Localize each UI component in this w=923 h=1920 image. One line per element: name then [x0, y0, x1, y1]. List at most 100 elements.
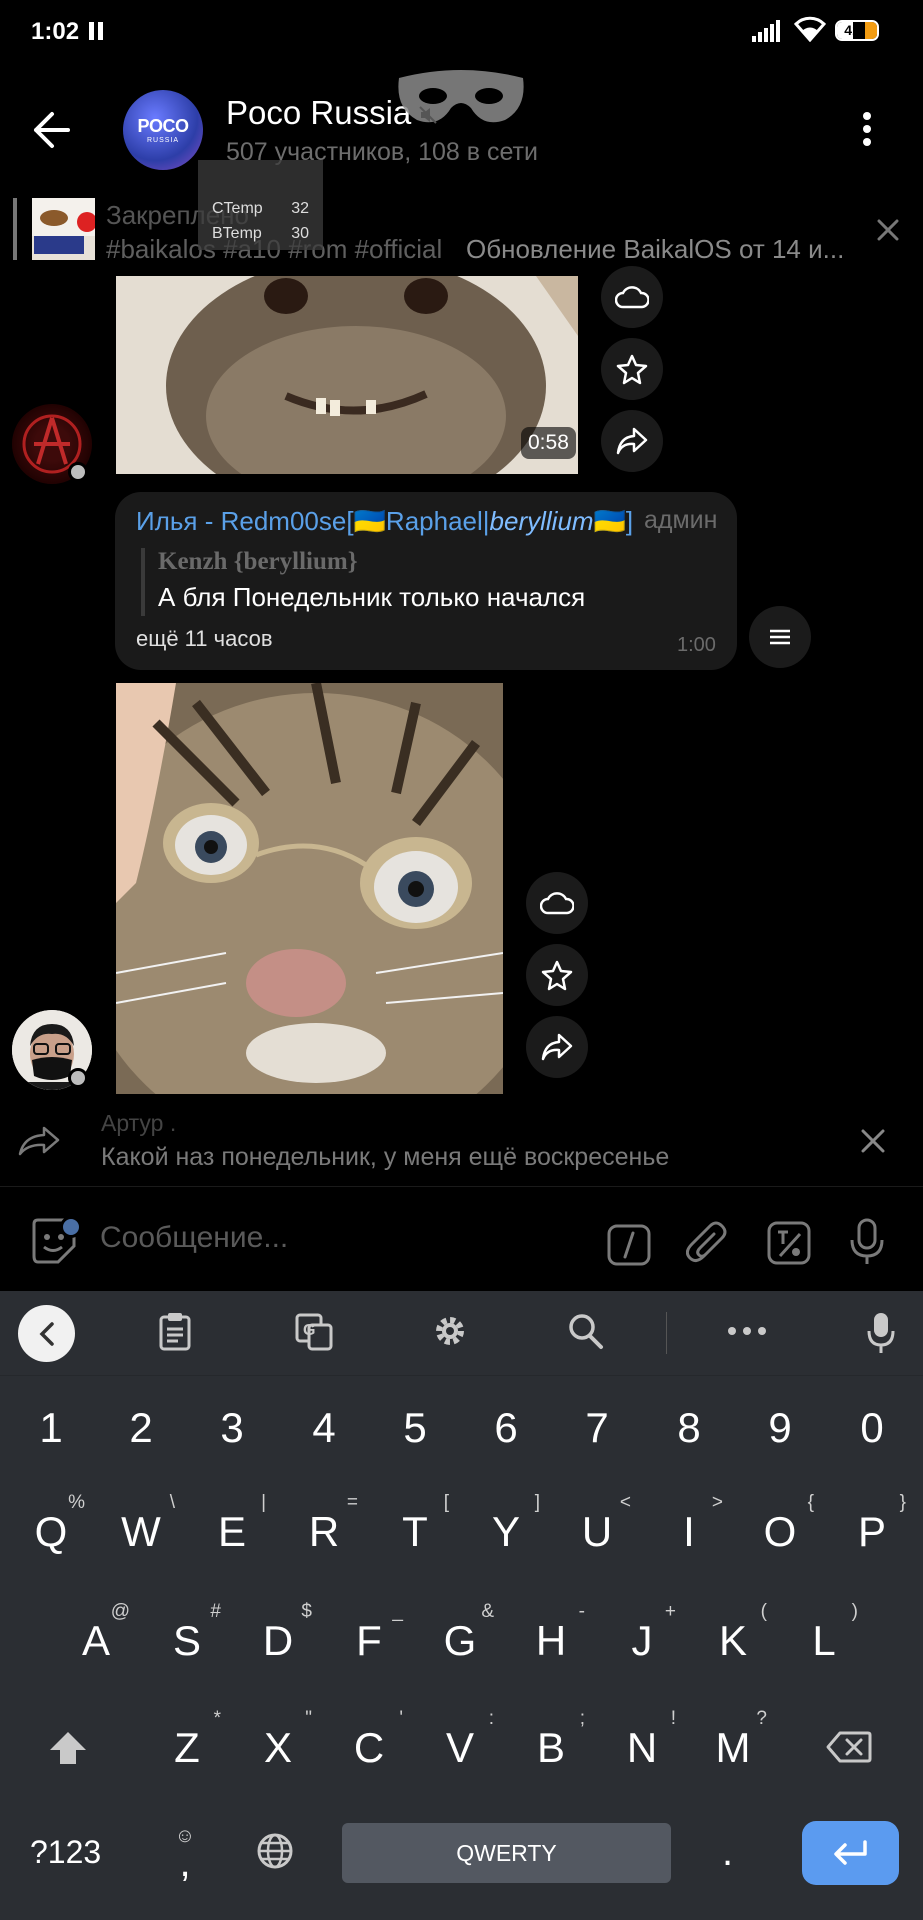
key-n[interactable]: N!: [602, 1708, 682, 1772]
message-menu-button[interactable]: [749, 606, 811, 668]
share-button-2[interactable]: [526, 1016, 588, 1078]
key-f[interactable]: F _: [329, 1601, 409, 1665]
key-h[interactable]: H-: [511, 1601, 591, 1665]
comma-key[interactable]: ☺ ,: [165, 1826, 205, 1885]
key-alt-g: &: [481, 1601, 494, 1622]
key-j[interactable]: J +: [602, 1601, 682, 1665]
video-message[interactable]: [116, 276, 578, 474]
photo-message[interactable]: [116, 683, 503, 1094]
voice-input-icon[interactable]: [866, 1311, 896, 1355]
key-7[interactable]: 7: [557, 1404, 637, 1452]
chat-title[interactable]: Poco Russia: [226, 94, 411, 132]
key-k[interactable]: K(: [693, 1601, 773, 1665]
share-icon: [541, 1033, 573, 1061]
key-4[interactable]: 4: [284, 1404, 364, 1452]
enter-arrow-icon: [833, 1840, 867, 1865]
key-5[interactable]: 5: [375, 1404, 455, 1452]
pinned-thumbnail[interactable]: [32, 198, 95, 260]
slash-command-icon[interactable]: [607, 1224, 651, 1266]
key-6[interactable]: 6: [466, 1404, 546, 1452]
key-p[interactable]: P}: [832, 1492, 912, 1556]
key-9[interactable]: 9: [740, 1404, 820, 1452]
favorite-button-2[interactable]: [526, 944, 588, 1006]
chevron-left-icon: [39, 1321, 54, 1346]
key-o[interactable]: O{: [740, 1492, 820, 1556]
close-pinned-icon[interactable]: [876, 218, 900, 242]
space-key[interactable]: QWERTY: [342, 1823, 671, 1883]
admin-badge: админ: [644, 506, 718, 534]
key-alt-f: _: [392, 1601, 403, 1622]
quote-author[interactable]: Kenzh {beryllium}: [158, 548, 358, 576]
more-horizontal-icon[interactable]: [727, 1326, 767, 1336]
enter-key[interactable]: [802, 1821, 899, 1885]
key-3[interactable]: 3: [192, 1404, 272, 1452]
key-s[interactable]: S #: [147, 1601, 227, 1665]
back-arrow-icon[interactable]: [28, 108, 78, 152]
comma-key-label: ,: [179, 1841, 191, 1885]
microphone-icon[interactable]: [848, 1218, 886, 1266]
globe-language-icon[interactable]: [256, 1832, 294, 1870]
cloud-icon: [615, 286, 649, 309]
pinned-text[interactable]: Обновление BaikalOS от 14 и...: [466, 234, 844, 265]
group-avatar-text: POCO: [137, 116, 189, 136]
key-x[interactable]: X ": [238, 1708, 318, 1772]
search-icon[interactable]: [567, 1311, 605, 1351]
key-d[interactable]: D $: [238, 1601, 318, 1665]
key-v[interactable]: V:: [420, 1708, 500, 1772]
favorite-button[interactable]: [601, 338, 663, 400]
shift-key-icon[interactable]: [48, 1728, 88, 1768]
sticker-icon[interactable]: [766, 1220, 812, 1266]
key-2[interactable]: 2: [101, 1404, 181, 1452]
keyboard-collapse-button[interactable]: [18, 1305, 75, 1362]
key-1[interactable]: 1: [11, 1404, 91, 1452]
key-alt-h: -: [578, 1601, 585, 1622]
key-u[interactable]: U <: [557, 1492, 637, 1556]
message-author[interactable]: Илья - Redm00se[🇺🇦Raphael|beryllium🇺🇦]: [136, 506, 633, 537]
save-to-cloud-button[interactable]: [601, 266, 663, 328]
key-alt-a: @: [110, 1601, 130, 1622]
paperclip-icon[interactable]: [686, 1220, 730, 1266]
save-to-cloud-button-2[interactable]: [526, 872, 588, 934]
key-alt-j: +: [664, 1601, 676, 1622]
key-l[interactable]: L): [784, 1601, 864, 1665]
online-status: [68, 462, 88, 482]
message-input[interactable]: [100, 1216, 580, 1260]
close-reply-icon[interactable]: [860, 1128, 886, 1154]
quote-text[interactable]: А бля Понедельник только начался: [158, 582, 585, 613]
key-alt-w: \: [169, 1492, 175, 1513]
key-8[interactable]: 8: [649, 1404, 729, 1452]
key-c[interactable]: C ': [329, 1708, 409, 1772]
key-b[interactable]: B;: [511, 1708, 591, 1772]
key-alt-v: :: [488, 1708, 494, 1729]
key-alt-m: ?: [756, 1708, 767, 1729]
clipboard-icon[interactable]: [158, 1311, 192, 1351]
backspace-key-icon[interactable]: [826, 1730, 872, 1764]
key-e[interactable]: E |: [192, 1492, 272, 1556]
toolbar-separator: [666, 1312, 667, 1354]
key-y[interactable]: Y]: [466, 1492, 546, 1556]
settings-gear-icon[interactable]: [430, 1311, 470, 1351]
key-z[interactable]: Z *: [147, 1708, 227, 1772]
key-0[interactable]: 0: [832, 1404, 912, 1452]
key-alt-z: *: [213, 1708, 221, 1729]
key-i[interactable]: I >: [649, 1492, 729, 1556]
key-w[interactable]: W \: [101, 1492, 181, 1556]
key-g[interactable]: G &: [420, 1601, 500, 1665]
key-a[interactable]: A @: [56, 1601, 136, 1665]
symbols-key[interactable]: ?123: [30, 1834, 101, 1871]
more-vertical-icon[interactable]: [862, 112, 872, 146]
group-avatar[interactable]: POCO RUSSIA: [123, 90, 203, 170]
battery-icon: 41: [835, 20, 879, 41]
translate-icon[interactable]: G: [295, 1311, 333, 1351]
key-alt-d: $: [301, 1601, 312, 1622]
divider: [0, 1186, 923, 1187]
share-button[interactable]: [601, 410, 663, 472]
key-m[interactable]: M?: [693, 1708, 773, 1772]
key-q[interactable]: Q%: [11, 1492, 91, 1556]
key-r[interactable]: R =: [284, 1492, 364, 1556]
key-t[interactable]: T[: [375, 1492, 455, 1556]
quote-bar: [141, 548, 145, 616]
period-key[interactable]: .: [722, 1830, 733, 1875]
message-text: ещё 11 часов: [136, 626, 273, 651]
key-alt-y: ]: [534, 1492, 540, 1513]
